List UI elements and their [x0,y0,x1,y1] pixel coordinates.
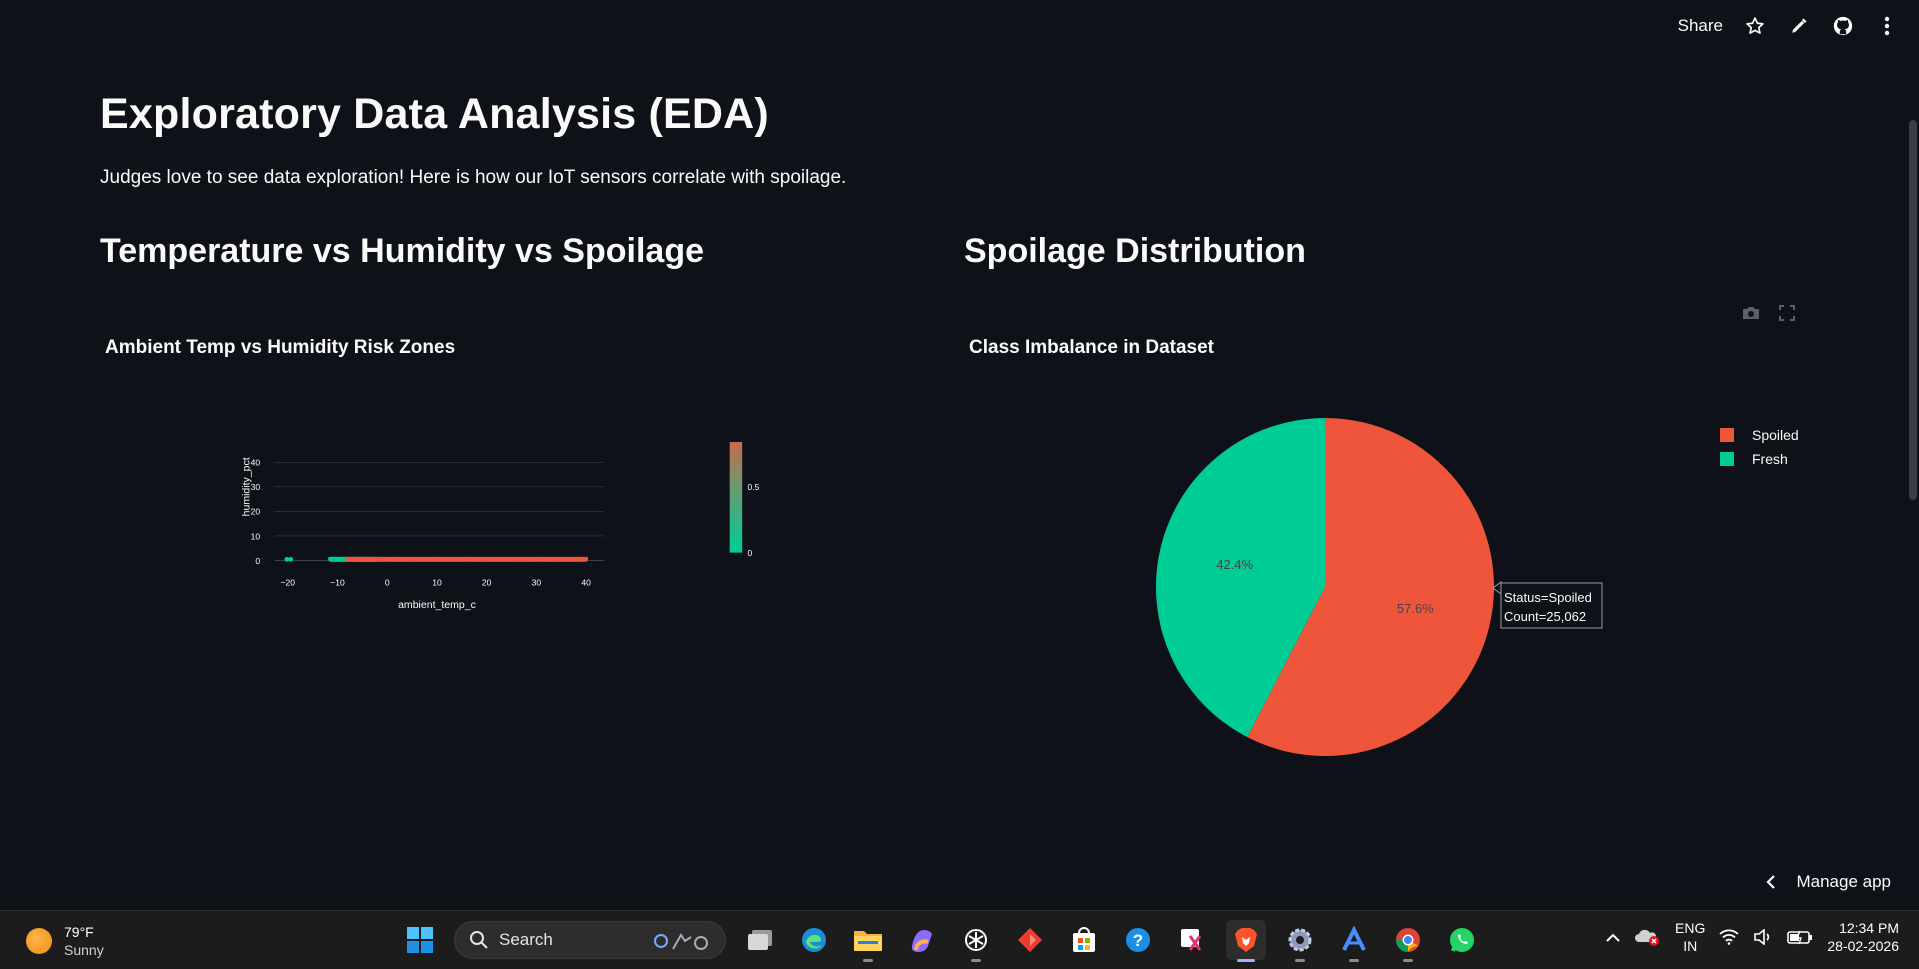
search-label: Search [499,930,553,949]
colorbar [729,442,743,553]
weather-temp: 79°F [64,924,94,940]
x-tick-label: 0 [385,578,390,588]
taskbar-search[interactable]: Search [454,921,726,959]
chart-modebar [1740,302,1798,324]
scatter-point [584,556,589,561]
chevron-up-icon[interactable] [1605,931,1621,943]
legend-swatch-fresh [1720,452,1734,466]
chrome-icon [1396,928,1420,952]
taskbar-app-copilot[interactable] [902,920,942,960]
taskbar-app-settings[interactable] [1280,920,1320,962]
language-code: ENG [1675,920,1706,936]
taskbar-app-whatsapp[interactable] [1442,920,1482,960]
x-tick-label: 40 [581,578,591,588]
tooltip-count: Count=25,062 [1504,609,1586,624]
y-tick-label: 50 [251,442,261,443]
wifi-icon[interactable] [1719,929,1739,945]
taskbar-app-store[interactable] [1064,920,1104,960]
taskbar-app-help[interactable]: ? [1118,920,1158,960]
x-tick-label: −10 [330,578,345,588]
search-icon [470,931,488,949]
y-tick-label: 0 [255,556,260,566]
x-tick-label: −20 [281,578,296,588]
page-scrollbar[interactable] [1909,120,1917,500]
snipping-tool-icon [1181,929,1202,951]
pie-section-heading: Spoilage Distribution [964,232,1306,270]
taskbar-app-arc[interactable] [1334,920,1374,962]
settings-gear-icon [1288,928,1312,952]
github-icon[interactable] [1831,14,1855,38]
scatter-y-axis-label: humidity_pct [241,457,253,516]
onedrive-error-icon[interactable] [1635,927,1661,947]
x-tick-label: 10 [432,578,442,588]
colorbar-tick: 0 [747,548,752,558]
legend-swatch-spoiled [1720,428,1734,442]
x-tick-label: 20 [482,578,492,588]
taskbar-app-edge[interactable] [794,920,834,960]
fullscreen-icon[interactable] [1776,302,1798,324]
clock[interactable]: 12:34 PM 28-02-2026 [1827,919,1899,955]
manage-app-label: Manage app [1796,872,1891,891]
copilot-icon [911,930,932,952]
scatter-chart[interactable]: 0102030405060 −20−10010203040 ambient_te… [100,442,930,712]
windows-logo-icon [407,927,433,953]
svg-text:?: ? [1133,931,1143,950]
y-tick-label: 10 [251,531,261,541]
start-button[interactable] [400,920,440,960]
help-icon: ? [1126,928,1150,952]
scatter-point[interactable] [288,556,294,562]
legend-item-spoiled[interactable]: Spoiled [1752,427,1799,443]
system-tray: ENG IN 12:34 PM 28-02-2026 [1605,919,1899,955]
x-tick-label: 30 [532,578,542,588]
sun-icon [26,928,52,954]
taskbar-apps: Search ? [400,920,1482,962]
intro-text: Judges love to see data exploration! Her… [100,167,847,188]
taskbar-app-chatgpt[interactable] [956,920,996,962]
legend-item-fresh[interactable]: Fresh [1752,451,1788,467]
pie-slice-label: 57.6% [1397,601,1434,616]
windows-taskbar: 79°F Sunny Search ? ENG IN 12:34 PM 28-0… [0,910,1919,969]
task-view-button[interactable] [740,920,780,960]
scatter-chart-title: Ambient Temp vs Humidity Risk Zones [105,337,456,358]
camera-icon[interactable] [1740,302,1762,324]
search-highlight-icon [654,933,708,950]
edge-icon [802,928,826,952]
store-icon [1073,927,1095,952]
weather-condition: Sunny [64,942,104,958]
taskbar-app-file-explorer[interactable] [848,920,888,962]
chevron-left-icon [1766,875,1776,889]
taskbar-app-chrome[interactable] [1388,920,1428,962]
scatter-section-heading: Temperature vs Humidity vs Spoilage [100,232,704,270]
pie-slice-label: 42.4% [1216,557,1253,572]
more-menu-icon[interactable] [1875,14,1899,38]
battery-charging-icon[interactable] [1787,929,1813,945]
arc-app-icon [1342,926,1366,951]
region-code: IN [1683,938,1698,954]
taskbar-app-brave[interactable] [1226,920,1266,962]
task-view-icon [748,930,772,950]
brave-icon [1235,928,1257,952]
scatter-x-axis-label: ambient_temp_c [398,599,476,611]
clock-date: 28-02-2026 [1827,938,1899,954]
pie-chart-title: Class Imbalance in Dataset [969,337,1214,358]
language-indicator[interactable]: ENG IN [1675,919,1705,955]
chatgpt-icon [965,929,987,951]
pie-tooltip: Status=Spoiled Count=25,062 [1492,581,1603,629]
colorbar-tick: 0.5 [747,482,759,492]
folder-icon [854,931,882,951]
tooltip-status: Status=Spoiled [1504,590,1592,605]
volume-icon[interactable] [1753,929,1773,945]
whatsapp-icon [1450,928,1474,952]
diamond-app-icon [1018,928,1042,952]
page-title: Exploratory Data Analysis (EDA) [100,90,769,138]
weather-widget[interactable]: 79°F Sunny [26,923,104,959]
manage-app-button[interactable]: Manage app [1766,872,1891,892]
taskbar-app-snipping-tool[interactable] [1172,920,1212,960]
taskbar-app-git[interactable] [1010,920,1050,960]
clock-time: 12:34 PM [1839,920,1899,936]
pie-chart[interactable]: 57.6% 42.4% Spoiled Fresh Status=Spoiled … [1080,380,1840,780]
